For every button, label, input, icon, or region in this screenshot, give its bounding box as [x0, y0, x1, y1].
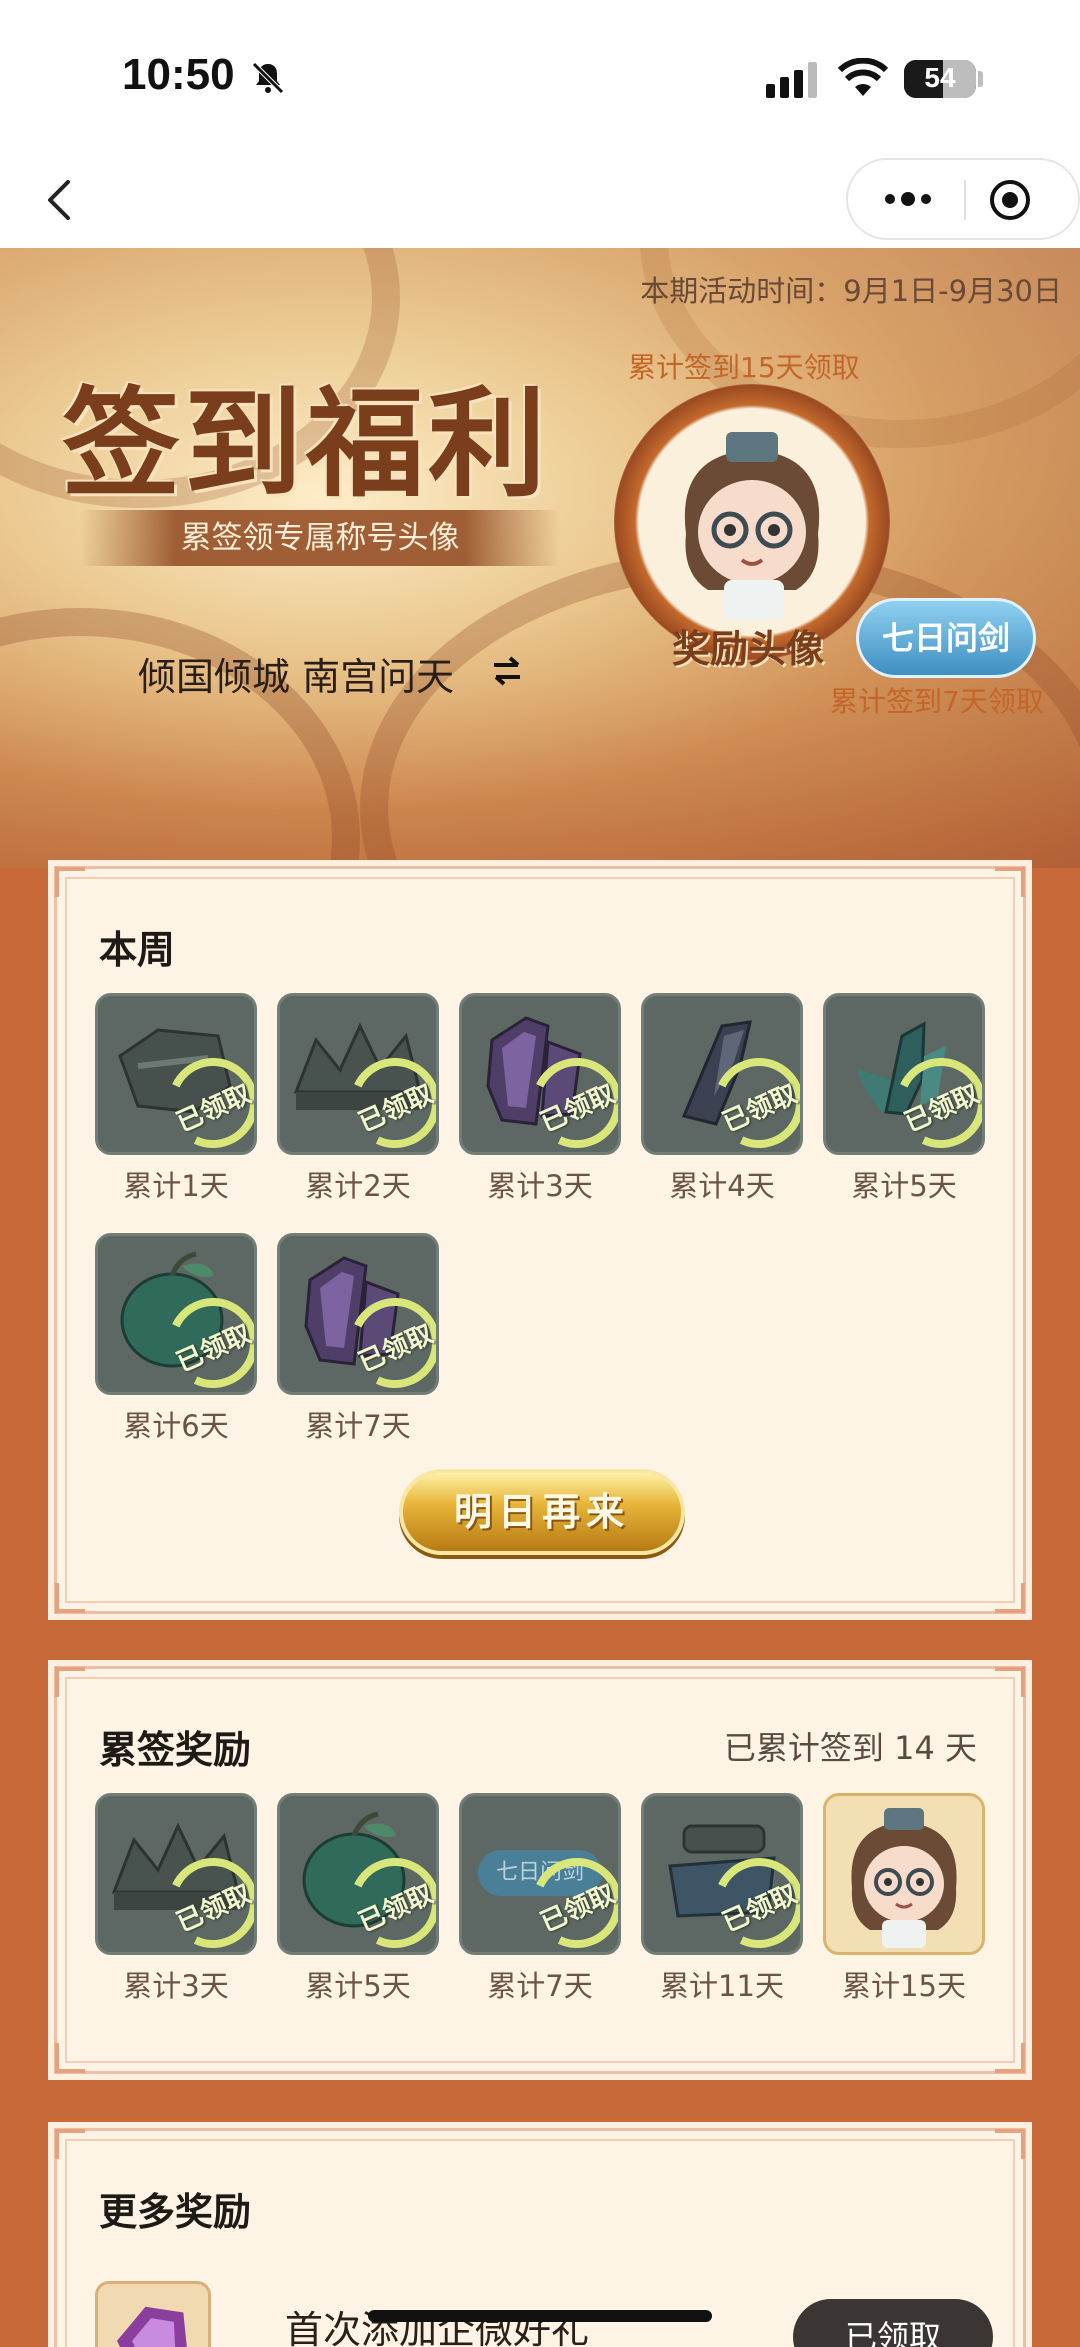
reward-label: 累计7天: [305, 1409, 411, 1443]
weekly-reward-day-2[interactable]: 已领取 累计2天: [277, 993, 439, 1205]
reward-tile: 已领取: [277, 1793, 439, 1955]
nav-bar: [0, 150, 1080, 248]
reward-label: 累计5天: [305, 1969, 411, 2003]
cumulative-reward-5[interactable]: 已领取 累计5天: [277, 1793, 439, 2005]
reward-tile: 已领取: [95, 1793, 257, 1955]
close-target-icon[interactable]: [988, 178, 1032, 222]
battery-level: 54: [924, 62, 956, 93]
title-badge[interactable]: 七日问剑: [856, 598, 1036, 678]
battery-tip: [978, 71, 983, 87]
cumulative-reward-11[interactable]: 已领取 累计11天: [641, 1793, 803, 2005]
cumulative-reward-15[interactable]: 累计15天: [823, 1793, 985, 2005]
come-back-tomorrow-button[interactable]: 明日再来: [399, 1469, 685, 1555]
user-name: 倾国倾城 南宫问天: [138, 655, 455, 699]
purple-gem-icon: [116, 2306, 187, 2347]
corner-ornament: [995, 1583, 1025, 1613]
reward-tile: 已领取: [277, 993, 439, 1155]
corner-ornament: [995, 2043, 1025, 2073]
reward-tile: [823, 1793, 985, 1955]
home-indicator: [368, 2310, 712, 2322]
reward-label: 累计1天: [123, 1169, 229, 1203]
sign-in-banner: 本期活动时间：9月1日-9月30日 签到福利 累签领专属称号头像 倾国倾城 南宫…: [0, 248, 1080, 868]
reward-tile: 已领取: [641, 993, 803, 1155]
reward-tile: 已领取: [823, 993, 985, 1155]
battery-icon: 54: [904, 60, 976, 98]
reward-tile: 已领取: [459, 993, 621, 1155]
corner-ornament: [55, 2043, 85, 2073]
reward-tile: 已领取: [277, 1233, 439, 1395]
banner-subtitle: 累签领专属称号头像: [80, 510, 560, 566]
reward-tile: 已领取: [95, 993, 257, 1155]
cellular-signal-icon: [766, 62, 817, 98]
reward-label: 累计15天: [842, 1969, 966, 2003]
cumulative-reward-3[interactable]: 已领取 累计3天: [95, 1793, 257, 2005]
reward-avatar-label: 奖励头像: [672, 626, 825, 671]
reward-label: 累计4天: [669, 1169, 775, 1203]
cumulative-title: 累签奖励: [99, 1728, 252, 1772]
cumulative-progress: 已累计签到 14 天: [723, 1729, 977, 1767]
weekly-reward-day-4[interactable]: 已领取 累计4天: [641, 993, 803, 1205]
more-rewards-title: 更多奖励: [99, 2190, 252, 2234]
reward-label: 累计5天: [851, 1169, 957, 1203]
mini-program-capsule: [846, 158, 1080, 240]
more-item-title: 首次添加企微好礼: [285, 2308, 590, 2347]
bell-muted-icon: [252, 62, 284, 94]
back-arrow-icon[interactable]: [40, 170, 80, 230]
reward-label: 累计3天: [123, 1969, 229, 2003]
status-time: 10:50: [122, 50, 235, 99]
reward-label: 累计2天: [305, 1169, 411, 1203]
reward-label: 累计11天: [660, 1969, 784, 2003]
weekly-card: 本周 已领取 累计1天 已领取 累计2天 已领取 累计3天 已领取 累计4天 已…: [54, 866, 1026, 1614]
corner-ornament: [995, 1667, 1025, 1697]
capsule-divider: [964, 180, 966, 220]
character-avatar-icon: [684, 432, 820, 620]
reward-tile: 已领取: [95, 1233, 257, 1395]
corner-ornament: [55, 1583, 85, 1613]
gift-item-icon: [95, 2281, 211, 2347]
avatar-icon: [851, 1808, 957, 1948]
cumulative-card: 累签奖励 已累计签到 14 天 已领取 累计3天 已领取 累计5天 七日问剑 已…: [54, 1666, 1026, 2074]
weekly-reward-day-1[interactable]: 已领取 累计1天: [95, 993, 257, 1205]
avatar-requirement: 累计签到15天领取: [628, 351, 860, 384]
status-bar: 10:50 54: [0, 0, 1080, 150]
corner-ornament: [995, 867, 1025, 897]
weekly-reward-day-3[interactable]: 已领取 累计3天: [459, 993, 621, 1205]
badge-requirement: 累计签到7天领取: [830, 685, 1044, 718]
corner-ornament: [995, 2129, 1025, 2159]
weekly-reward-day-7[interactable]: 已领取 累计7天: [277, 1233, 439, 1445]
reward-label: 累计6天: [123, 1409, 229, 1443]
reward-tile: 七日问剑 已领取: [459, 1793, 621, 1955]
wifi-icon: [838, 58, 888, 96]
corner-ornament: [55, 1667, 85, 1697]
switch-account-icon[interactable]: [490, 654, 524, 688]
cumulative-reward-7[interactable]: 七日问剑 已领取 累计7天: [459, 1793, 621, 2005]
weekly-title: 本周: [99, 928, 176, 972]
reward-label: 累计3天: [487, 1169, 593, 1203]
reward-tile: 已领取: [641, 1793, 803, 1955]
weekly-reward-day-5[interactable]: 已领取 累计5天: [823, 993, 985, 1205]
more-item-claimed-button[interactable]: 已领取: [793, 2299, 993, 2347]
activity-time: 本期活动时间：9月1日-9月30日: [640, 274, 1062, 308]
reward-label: 累计7天: [487, 1969, 593, 2003]
weekly-reward-day-6[interactable]: 已领取 累计6天: [95, 1233, 257, 1445]
corner-ornament: [55, 867, 85, 897]
banner-title: 签到福利: [62, 374, 551, 513]
more-dots-icon[interactable]: [878, 184, 938, 214]
corner-ornament: [55, 2129, 85, 2159]
